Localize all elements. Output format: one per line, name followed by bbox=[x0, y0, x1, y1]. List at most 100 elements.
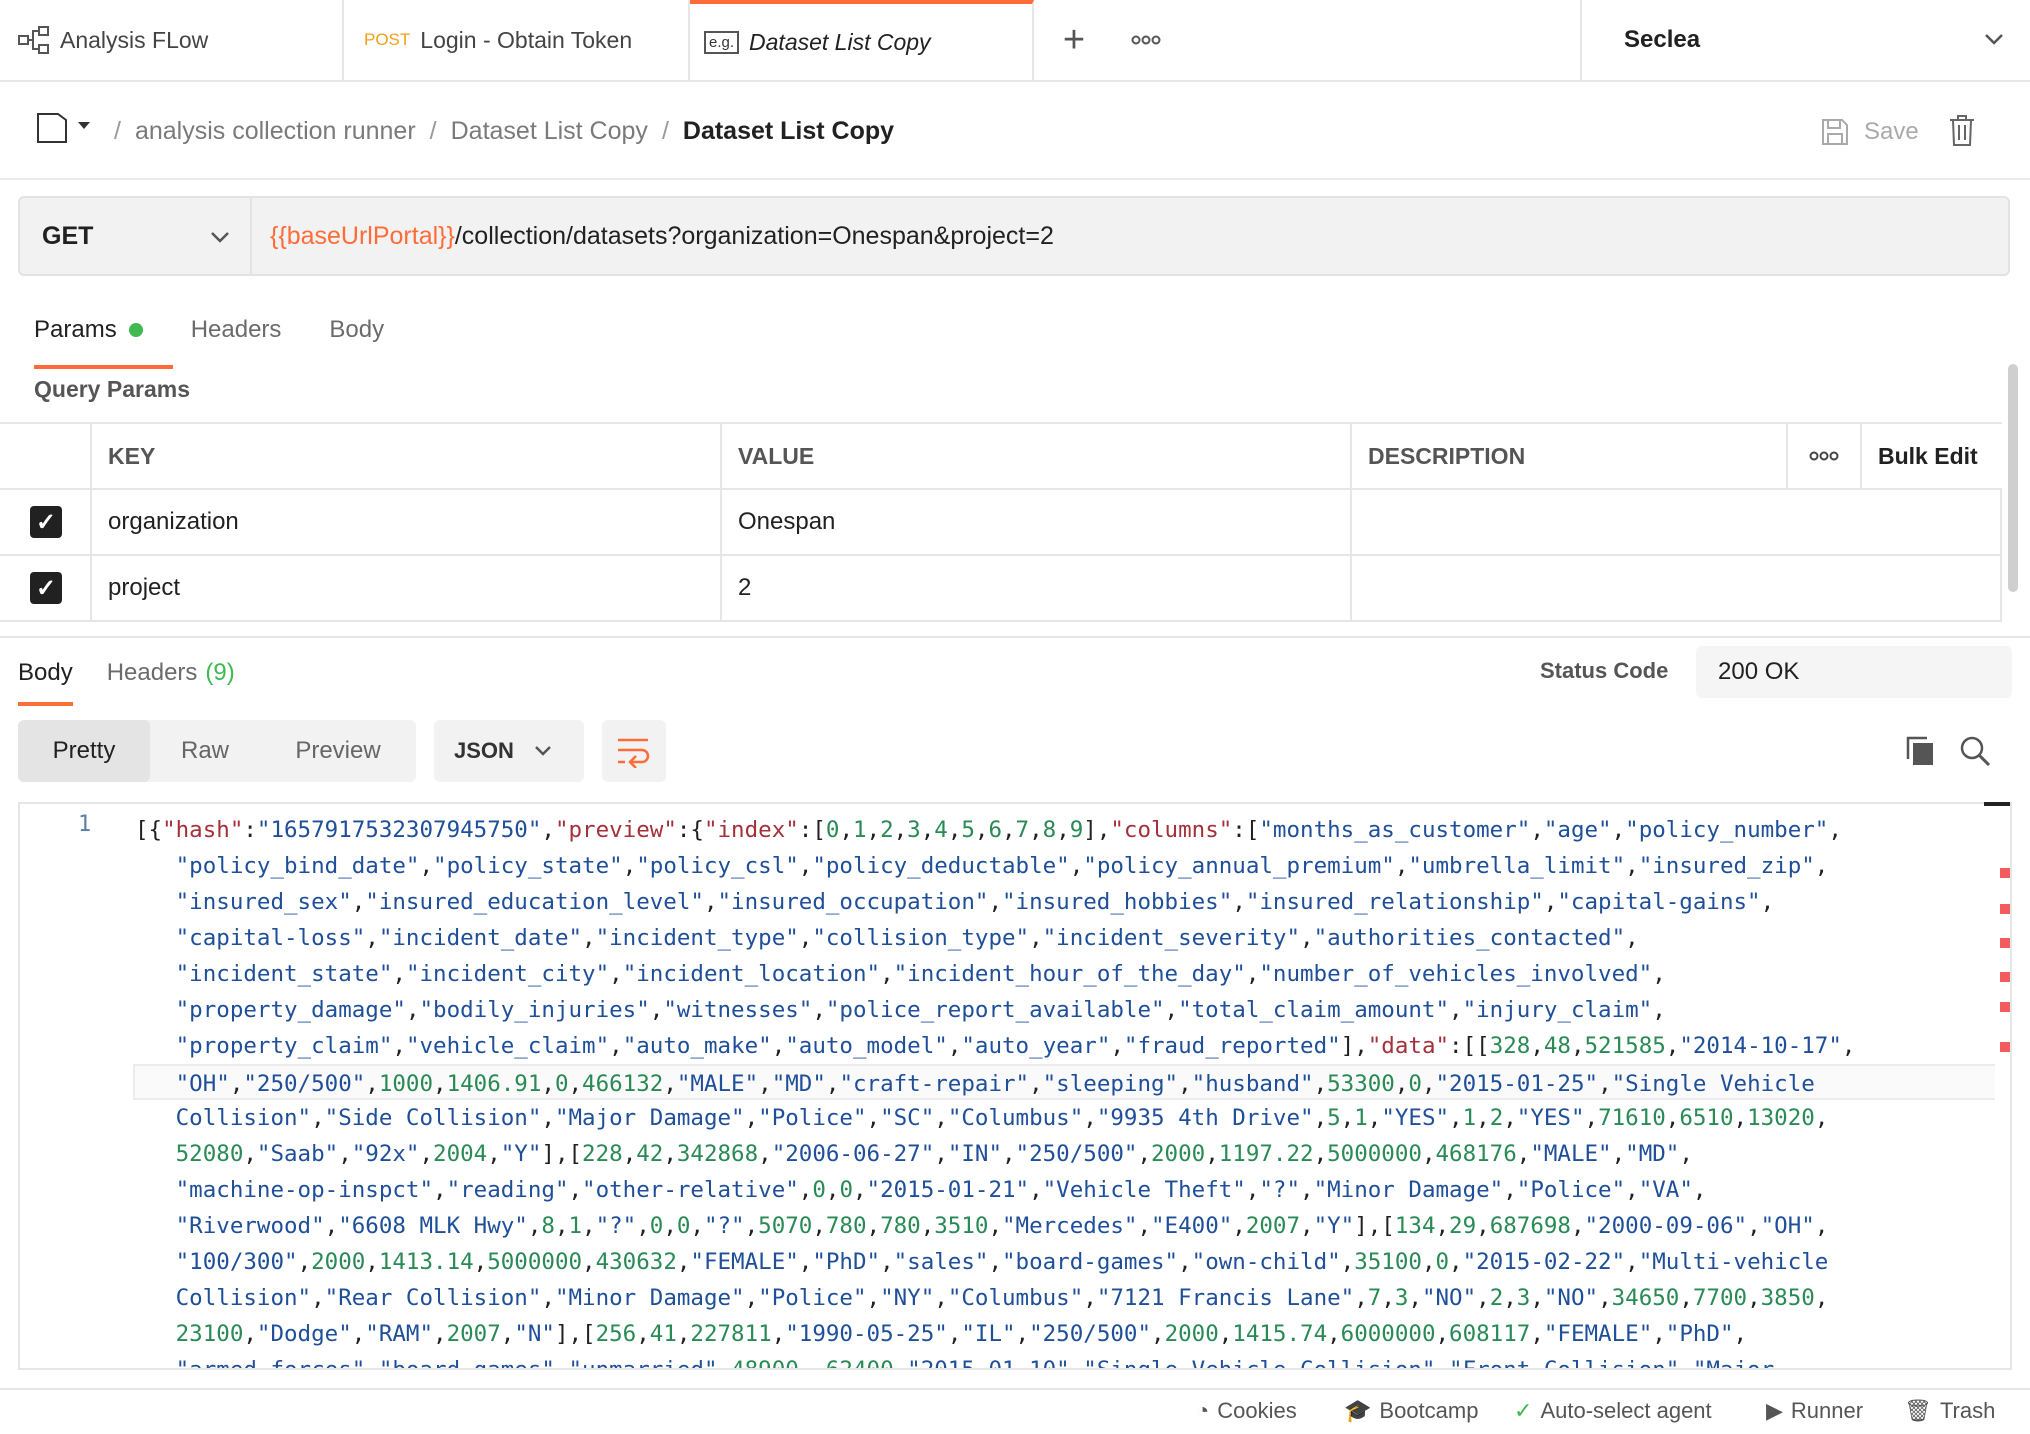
method-badge: POST bbox=[364, 30, 411, 49]
search-icon[interactable] bbox=[1958, 734, 1992, 768]
tab-headers[interactable]: Headers bbox=[191, 305, 282, 355]
param-key[interactable]: organization bbox=[92, 490, 722, 554]
tab-params-label: Params bbox=[34, 316, 117, 343]
divider bbox=[0, 178, 2030, 180]
param-value[interactable]: Onespan bbox=[722, 490, 1352, 554]
active-dot bbox=[128, 323, 143, 337]
tab-login-obtain-token[interactable]: POST Login - Obtain Token bbox=[344, 0, 690, 80]
header-description: DESCRIPTION bbox=[1352, 424, 1788, 488]
status-bar: ◔ Cookies 🎓 Bootcamp ✓ Auto-select agent ▶ R… bbox=[0, 1388, 2030, 1434]
code-line: "property_claim","vehicle_claim","auto_m… bbox=[175, 1033, 1856, 1059]
bootcamp-button[interactable]: 🎓 Bootcamp bbox=[1344, 1398, 1478, 1424]
header-value: VALUE bbox=[722, 424, 1352, 488]
wrap-lines-icon bbox=[618, 738, 650, 768]
delete-icon[interactable] bbox=[1946, 112, 1978, 148]
query-params-title: Query Params bbox=[34, 376, 190, 402]
runner-button[interactable]: ▶ Runner bbox=[1766, 1398, 1863, 1424]
view-pretty-button[interactable]: Pretty bbox=[18, 720, 150, 782]
tab-label: Analysis FLow bbox=[60, 26, 209, 53]
url-input[interactable]: {{baseUrlPortal}}/collection/datasets?or… bbox=[270, 198, 1054, 274]
runner-label: Runner bbox=[1790, 1398, 1864, 1423]
code-line: Collision","Rear Collision","Minor Damag… bbox=[175, 1285, 1829, 1311]
tab-params[interactable]: Params bbox=[34, 305, 173, 369]
view-preview-button[interactable]: Preview bbox=[260, 720, 416, 782]
code-line: "armed-forces","board-games","unmarried"… bbox=[175, 1357, 1775, 1370]
breadcrumb-separator: / bbox=[661, 116, 669, 145]
code-line: 23100,"Dodge","RAM",2007,"N"],[256,41,22… bbox=[175, 1321, 1748, 1347]
code-scroll-indicator[interactable] bbox=[1984, 802, 2010, 806]
code-line: "property_damage","bodily_injuries","wit… bbox=[175, 997, 1666, 1023]
status-code-label: Status Code bbox=[1540, 658, 1669, 683]
view-raw-button[interactable]: Raw bbox=[150, 720, 260, 782]
check-circle-icon: ✓ bbox=[1514, 1398, 1533, 1423]
tab-body[interactable]: Body bbox=[329, 305, 384, 355]
headers-count: (9) bbox=[205, 659, 235, 686]
breadcrumb-separator: / bbox=[429, 116, 437, 145]
trash-button[interactable]: 🗑 Trash bbox=[1904, 1398, 1995, 1424]
response-body-viewer[interactable]: 1 [{"hash":"1657917532307945750","previe… bbox=[18, 802, 2012, 1370]
params-header-row: KEY VALUE DESCRIPTION Bulk Edit bbox=[0, 424, 2002, 490]
request-tabs: Params Headers Body bbox=[34, 305, 432, 369]
runner-icon: ▶ bbox=[1766, 1398, 1783, 1423]
tab-response-body[interactable]: Body bbox=[18, 648, 73, 706]
breadcrumb-item-folder[interactable]: Dataset List Copy bbox=[451, 117, 648, 146]
cookies-button[interactable]: ◔ Cookies bbox=[1196, 1398, 1297, 1424]
bootcamp-label: Bootcamp bbox=[1379, 1398, 1479, 1423]
minimap-marker bbox=[2000, 904, 2010, 914]
code-line: "Riverwood","6608 MLK Hwy",8,1,"?",0,0,"… bbox=[175, 1213, 1829, 1239]
code-line: Collision","Side Collision","Major Damag… bbox=[175, 1105, 1829, 1131]
tab-label: Dataset List Copy bbox=[749, 28, 931, 55]
tab-response-headers[interactable]: Headers (9) bbox=[107, 648, 235, 698]
breadcrumb-item-collection[interactable]: analysis collection runner bbox=[135, 117, 416, 146]
param-checkbox[interactable]: ✓ bbox=[0, 556, 92, 620]
url-variable: {{baseUrlPortal}} bbox=[270, 221, 455, 250]
view-mode-selector: Pretty Raw Preview bbox=[18, 720, 416, 782]
param-description[interactable] bbox=[1352, 556, 2002, 620]
method-select[interactable]: GET bbox=[20, 198, 252, 274]
response-tabs: Body Headers (9) bbox=[18, 648, 269, 706]
flow-icon bbox=[18, 26, 49, 54]
method-value: GET bbox=[42, 221, 94, 250]
url-path: /collection/datasets?organization=Onespa… bbox=[454, 221, 1054, 250]
save-button[interactable]: Save bbox=[1820, 112, 1919, 152]
minimap-marker bbox=[2000, 1042, 2010, 1052]
auto-select-agent-button[interactable]: ✓ Auto-select agent bbox=[1514, 1398, 1712, 1424]
cookie-icon: ◔ bbox=[1196, 1398, 1210, 1423]
tab-response-headers-label: Headers bbox=[106, 659, 198, 686]
breadcrumb-current[interactable]: Dataset List Copy bbox=[683, 117, 894, 146]
wrap-lines-button[interactable] bbox=[602, 720, 666, 782]
param-description[interactable] bbox=[1352, 490, 2002, 554]
copy-icon[interactable] bbox=[1904, 734, 1938, 768]
status-code-value: 200 OK bbox=[1696, 646, 2012, 698]
more-tabs-icon[interactable] bbox=[1124, 20, 1168, 60]
workspace-name: Seclea bbox=[1624, 26, 1701, 53]
chevron-down-icon bbox=[211, 232, 229, 243]
bootcamp-icon: 🎓 bbox=[1344, 1398, 1372, 1423]
code-line: "machine-op-inspct","reading","other-rel… bbox=[175, 1177, 1707, 1203]
bulk-edit-button[interactable]: Bulk Edit bbox=[1862, 424, 2002, 488]
code-line: 52080,"Saab","92x",2004,"Y"],[228,42,342… bbox=[175, 1141, 1693, 1167]
chevron-down-icon bbox=[1985, 34, 2003, 45]
request-type-icon[interactable] bbox=[36, 110, 94, 146]
param-key[interactable]: project bbox=[92, 556, 722, 620]
table-row: ✓ organization Onespan bbox=[0, 490, 2002, 556]
params-more-icon[interactable] bbox=[1788, 424, 1862, 488]
trash-icon: 🗑 bbox=[1904, 1398, 1932, 1423]
code-line: "insured_sex","insured_education_level",… bbox=[175, 889, 1775, 915]
tab-dataset-list-copy[interactable]: e.g. Dataset List Copy bbox=[690, 0, 1034, 80]
json-content[interactable]: [{"hash":"1657917532307945750","preview"… bbox=[133, 812, 1995, 1370]
code-line: "100/300",2000,1413.14,5000000,430632,"F… bbox=[175, 1249, 1829, 1275]
chevron-down-icon bbox=[535, 746, 551, 756]
param-checkbox[interactable]: ✓ bbox=[0, 490, 92, 554]
workspace-selector[interactable]: Seclea bbox=[1580, 0, 2030, 80]
response-divider[interactable] bbox=[0, 636, 2030, 638]
minimap-marker bbox=[2000, 972, 2010, 982]
params-scrollbar[interactable] bbox=[2008, 364, 2018, 592]
format-select[interactable]: JSON bbox=[434, 720, 584, 782]
cookies-label: Cookies bbox=[1217, 1398, 1297, 1423]
param-value[interactable]: 2 bbox=[722, 556, 1352, 620]
new-tab-plus-icon[interactable]: + bbox=[1054, 19, 1094, 61]
checkmark-icon: ✓ bbox=[30, 506, 62, 538]
save-icon bbox=[1822, 119, 1848, 145]
tab-analysis-flow[interactable]: Analysis FLow bbox=[0, 0, 344, 80]
